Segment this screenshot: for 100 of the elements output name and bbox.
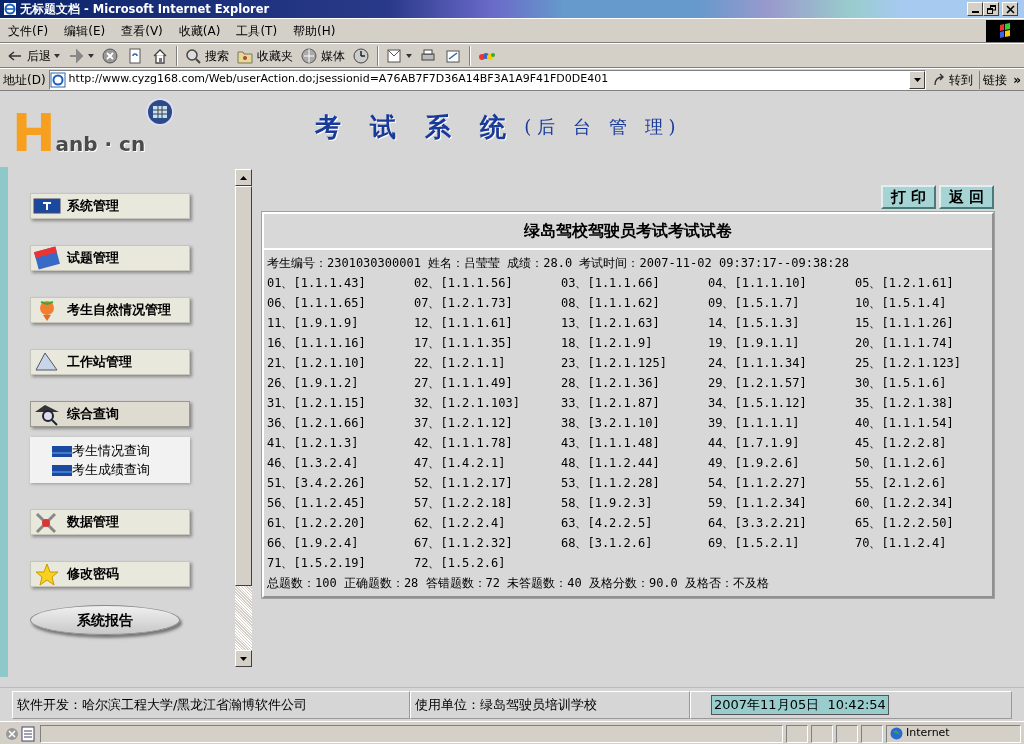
menu-item[interactable]: 编辑(E)	[56, 19, 114, 42]
menu-item[interactable]: 帮助(H)	[285, 19, 344, 42]
dropdown-caret-icon	[406, 53, 412, 58]
minimize-icon	[971, 11, 979, 13]
system-title: 考 试 系 统	[315, 110, 517, 144]
system-subtitle: (后 台 管 理)	[524, 115, 682, 139]
address-label: 地址(D)	[3, 71, 46, 89]
answer-entry: 18、[1.2.1.9]	[561, 335, 654, 352]
answer-entry: 58、[1.9.2.3]	[561, 495, 654, 512]
sidebar-menu-button[interactable]: 修改密码	[30, 561, 190, 587]
answer-entry: 69、[1.5.2.1]	[708, 535, 801, 552]
answer-entry: 09、[1.5.1.7]	[708, 295, 801, 312]
sidebar-menu-button[interactable]: 综合查询	[30, 401, 190, 427]
edit-icon	[445, 47, 462, 64]
print-icon	[420, 47, 437, 64]
answer-entry: 39、[1.1.1.1]	[708, 415, 801, 432]
action-button[interactable]: 返 回	[938, 185, 994, 209]
answer-entry: 01、[1.1.1.43]	[267, 275, 367, 292]
action-button[interactable]: 打 印	[880, 185, 936, 209]
answer-entry: 30、[1.5.1.6]	[855, 375, 948, 392]
developer-info: 软件开发：哈尔滨工程大学/黑龙江省瀚博软件公司	[12, 690, 410, 719]
globe-icon	[890, 727, 903, 740]
answer-entry: 63、[4.2.2.5]	[561, 515, 654, 532]
answer-entry: 19、[1.9.1.1]	[708, 335, 801, 352]
answer-entry: 42、[1.1.1.78]	[414, 435, 514, 452]
sidebar-menu-button[interactable]: 试题管理	[30, 245, 190, 271]
menu-item[interactable]: 文件(F)	[0, 19, 57, 42]
answer-entry: 02、[1.1.1.56]	[414, 275, 514, 292]
answer-entry: 71、[1.5.2.19]	[267, 555, 367, 572]
sidebar-menu-button[interactable]: 数据管理	[30, 509, 190, 535]
answer-entry: 14、[1.5.1.3]	[708, 315, 801, 332]
book-icon	[33, 246, 61, 270]
answer-entry: 57、[1.2.2.18]	[414, 495, 514, 512]
answer-entry: 26、[1.9.1.2]	[267, 375, 360, 392]
answer-entry: 11、[1.9.1.9]	[267, 315, 360, 332]
toolbar-button[interactable]: 收藏夹	[233, 43, 297, 68]
media-globe-icon	[301, 47, 318, 64]
sidebar-menu-button[interactable]: 系统管理	[30, 193, 190, 219]
menu-item[interactable]: 工具(T)	[228, 19, 286, 42]
toolbar-button[interactable]: 后退	[3, 43, 64, 68]
answer-entry: 61、[1.2.2.20]	[267, 515, 367, 532]
answer-entry: 27、[1.1.1.49]	[414, 375, 514, 392]
menu-item[interactable]: 查看(V)	[113, 19, 171, 42]
answer-entry: 23、[1.2.1.125]	[561, 355, 668, 372]
answer-entry: 15、[1.1.1.26]	[855, 315, 955, 332]
sidebar-menu-button[interactable]: 工作站管理	[30, 349, 190, 375]
hanb-logo: H anb · cn	[12, 102, 146, 158]
answer-entry: 16、[1.1.1.16]	[267, 335, 367, 352]
answer-entry: 44、[1.7.1.9]	[708, 435, 801, 452]
answer-entry: 34、[1.5.1.12]	[708, 395, 808, 412]
toolbar-button[interactable]: 搜索	[181, 43, 233, 68]
submenu-link[interactable]: 考生成绩查询	[72, 460, 150, 479]
answer-entry: 20、[1.1.1.74]	[855, 335, 955, 352]
submenu-link[interactable]: 考生情况查询	[72, 441, 150, 460]
user-unit-info: 使用单位：绿岛驾驶员培训学校	[410, 690, 690, 719]
address-dropdown-button[interactable]	[909, 70, 926, 89]
answer-entry: 38、[3.2.1.10]	[561, 415, 661, 432]
dropdown-caret-icon	[913, 77, 921, 82]
status-page-icon	[3, 724, 37, 743]
answer-entry: 04、[1.1.1.10]	[708, 275, 808, 292]
menu-item[interactable]: 收藏(A)	[170, 19, 229, 42]
close-button[interactable]	[1002, 2, 1018, 16]
report-button[interactable]: 系统报告	[30, 605, 180, 635]
restore-icon	[986, 4, 996, 14]
answer-entry: 25、[1.2.1.123]	[855, 355, 962, 372]
answer-entry: 32、[1.2.1.103]	[414, 395, 521, 412]
status-panel	[811, 724, 833, 743]
answer-entry: 13、[1.2.1.63]	[561, 315, 661, 332]
security-zone: Internet	[886, 724, 1021, 743]
answer-entry: 12、[1.1.1.61]	[414, 315, 514, 332]
answer-entry: 24、[1.1.1.34]	[708, 355, 808, 372]
answer-entry: 56、[1.1.2.45]	[267, 495, 367, 512]
address-field[interactable]: http://www.cyzg168.com/Web/userAction.do;jsessionid=A76AB7F7D36A14BF3A1A9F41FD0DE401	[48, 69, 927, 90]
answer-entry: 21、[1.2.1.10]	[267, 355, 367, 372]
stop-icon	[102, 47, 119, 64]
chevron-icon[interactable]: »	[1013, 70, 1021, 89]
answer-entry: 17、[1.1.1.35]	[414, 335, 514, 352]
links-button[interactable]: 链接	[979, 70, 1011, 89]
answer-entry: 48、[1.1.2.44]	[561, 455, 661, 472]
toolbar-button[interactable]: 媒体	[297, 43, 349, 68]
go-button[interactable]: 转到	[929, 70, 977, 89]
history-clock-icon	[353, 47, 370, 64]
answer-entry: 66、[1.9.2.4]	[267, 535, 360, 552]
sidebar-menu-button[interactable]: 考生自然情况管理	[30, 297, 190, 323]
restore-button[interactable]	[983, 2, 999, 16]
scroll-up-button[interactable]	[235, 169, 252, 186]
answer-entry: 65、[1.2.2.50]	[855, 515, 955, 532]
close-icon	[1005, 4, 1015, 14]
window-icon	[52, 444, 72, 457]
answer-entry: 37、[1.2.1.12]	[414, 415, 514, 432]
answer-entry: 62、[1.2.2.4]	[414, 515, 507, 532]
answer-entry: 54、[1.1.2.27]	[708, 475, 808, 492]
page-icon	[49, 71, 66, 88]
scroll-down-button[interactable]	[235, 650, 252, 667]
answer-entry: 10、[1.5.1.4]	[855, 295, 948, 312]
status-panel	[861, 724, 883, 743]
scrollbar[interactable]	[235, 169, 252, 667]
answer-entry: 60、[1.2.2.34]	[855, 495, 955, 512]
minimize-button[interactable]	[967, 2, 983, 16]
answer-entry: 72、[1.5.2.6]	[414, 555, 507, 572]
